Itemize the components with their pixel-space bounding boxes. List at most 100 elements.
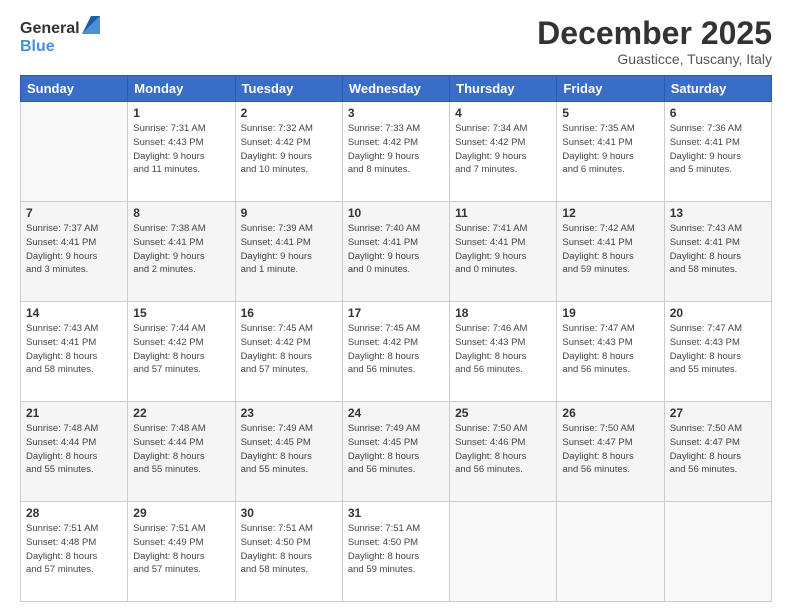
day-info: Sunrise: 7:50 AM Sunset: 4:47 PM Dayligh… — [670, 422, 766, 477]
day-number: 15 — [133, 306, 229, 320]
calendar-cell: 9Sunrise: 7:39 AM Sunset: 4:41 PM Daylig… — [235, 202, 342, 302]
day-number: 1 — [133, 106, 229, 120]
day-info: Sunrise: 7:45 AM Sunset: 4:42 PM Dayligh… — [241, 322, 337, 377]
calendar-cell: 2 Sunrise: 7:32 AM Sunset: 4:42 PM Daylig… — [235, 102, 342, 202]
calendar-week-row: 21 Sunrise: 7:48 AM Sunset: 4:44 PM Dayli… — [21, 402, 772, 502]
logo-blue-text: Blue — [20, 38, 80, 56]
calendar-cell — [557, 502, 664, 602]
calendar-table: Sunday Monday Tuesday Wednesday Thursday… — [20, 75, 772, 602]
day-info: Sunrise: 7:33 AM Sunset: 4:42 PM Dayligh… — [348, 122, 444, 177]
day-number: 5 — [562, 106, 658, 120]
month-title: December 2025 — [537, 16, 772, 51]
day-number: 28 — [26, 506, 122, 520]
day-number: 20 — [670, 306, 766, 320]
th-saturday: Saturday — [664, 76, 771, 102]
logo-icon — [82, 12, 100, 34]
day-info: Sunrise: 7:47 AM Sunset: 4:43 PM Dayligh… — [562, 322, 658, 377]
day-info: Sunrise: 7:47 AM Sunset: 4:43 PM Dayligh… — [670, 322, 766, 377]
day-info: Sunrise: 7:36 AM Sunset: 4:41 PM Dayligh… — [670, 122, 766, 177]
day-number: 22 — [133, 406, 229, 420]
calendar-header-row: Sunday Monday Tuesday Wednesday Thursday… — [21, 76, 772, 102]
day-info: Sunrise: 7:46 AM Sunset: 4:43 PM Dayligh… — [455, 322, 551, 377]
calendar-cell: 23 Sunrise: 7:49 AM Sunset: 4:45 PM Dayli… — [235, 402, 342, 502]
calendar-cell: 24 Sunrise: 7:49 AM Sunset: 4:45 PM Dayli… — [342, 402, 449, 502]
day-number: 12 — [562, 206, 658, 220]
day-number: 19 — [562, 306, 658, 320]
calendar-cell: 28 Sunrise: 7:51 AM Sunset: 4:48 PM Dayli… — [21, 502, 128, 602]
day-info: Sunrise: 7:34 AM Sunset: 4:42 PM Dayligh… — [455, 122, 551, 177]
calendar-cell: 3 Sunrise: 7:33 AM Sunset: 4:42 PM Daylig… — [342, 102, 449, 202]
calendar-cell: 11 Sunrise: 7:41 AM Sunset: 4:41 PM Dayli… — [450, 202, 557, 302]
day-number: 21 — [26, 406, 122, 420]
day-number: 14 — [26, 306, 122, 320]
calendar-cell: 25 Sunrise: 7:50 AM Sunset: 4:46 PM Dayli… — [450, 402, 557, 502]
calendar-cell: 26 Sunrise: 7:50 AM Sunset: 4:47 PM Dayli… — [557, 402, 664, 502]
day-number: 23 — [241, 406, 337, 420]
day-info: Sunrise: 7:37 AM Sunset: 4:41 PM Dayligh… — [26, 222, 122, 277]
day-info: Sunrise: 7:49 AM Sunset: 4:45 PM Dayligh… — [348, 422, 444, 477]
calendar-cell: 7Sunrise: 7:37 AM Sunset: 4:41 PM Daylig… — [21, 202, 128, 302]
day-info: Sunrise: 7:48 AM Sunset: 4:44 PM Dayligh… — [133, 422, 229, 477]
calendar-cell: 21 Sunrise: 7:48 AM Sunset: 4:44 PM Dayli… — [21, 402, 128, 502]
th-sunday: Sunday — [21, 76, 128, 102]
calendar-week-row: 7Sunrise: 7:37 AM Sunset: 4:41 PM Daylig… — [21, 202, 772, 302]
day-info: Sunrise: 7:49 AM Sunset: 4:45 PM Dayligh… — [241, 422, 337, 477]
day-info: Sunrise: 7:35 AM Sunset: 4:41 PM Dayligh… — [562, 122, 658, 177]
day-info: Sunrise: 7:50 AM Sunset: 4:46 PM Dayligh… — [455, 422, 551, 477]
day-number: 16 — [241, 306, 337, 320]
calendar-cell — [450, 502, 557, 602]
calendar-cell: 31Sunrise: 7:51 AM Sunset: 4:50 PM Dayli… — [342, 502, 449, 602]
day-number: 3 — [348, 106, 444, 120]
calendar-cell: 29 Sunrise: 7:51 AM Sunset: 4:49 PM Dayli… — [128, 502, 235, 602]
calendar-cell: 1Sunrise: 7:31 AM Sunset: 4:43 PM Daylig… — [128, 102, 235, 202]
calendar-week-row: 1Sunrise: 7:31 AM Sunset: 4:43 PM Daylig… — [21, 102, 772, 202]
title-block: December 2025 Guasticce, Tuscany, Italy — [537, 16, 772, 67]
day-info: Sunrise: 7:48 AM Sunset: 4:44 PM Dayligh… — [26, 422, 122, 477]
calendar-week-row: 14 Sunrise: 7:43 AM Sunset: 4:41 PM Dayli… — [21, 302, 772, 402]
calendar-cell: 17Sunrise: 7:45 AM Sunset: 4:42 PM Dayli… — [342, 302, 449, 402]
day-info: Sunrise: 7:51 AM Sunset: 4:50 PM Dayligh… — [241, 522, 337, 577]
calendar-cell: 16 Sunrise: 7:45 AM Sunset: 4:42 PM Dayli… — [235, 302, 342, 402]
day-number: 2 — [241, 106, 337, 120]
day-number: 26 — [562, 406, 658, 420]
calendar-cell: 13 Sunrise: 7:43 AM Sunset: 4:41 PM Dayli… — [664, 202, 771, 302]
day-number: 9 — [241, 206, 337, 220]
logo: General Blue — [20, 20, 100, 55]
day-info: Sunrise: 7:43 AM Sunset: 4:41 PM Dayligh… — [26, 322, 122, 377]
day-info: Sunrise: 7:51 AM Sunset: 4:49 PM Dayligh… — [133, 522, 229, 577]
logo-general-text: General — [20, 20, 80, 38]
calendar-cell: 22 Sunrise: 7:48 AM Sunset: 4:44 PM Dayli… — [128, 402, 235, 502]
calendar-cell: 5 Sunrise: 7:35 AM Sunset: 4:41 PM Daylig… — [557, 102, 664, 202]
day-number: 13 — [670, 206, 766, 220]
calendar-cell: 18Sunrise: 7:46 AM Sunset: 4:43 PM Dayli… — [450, 302, 557, 402]
day-info: Sunrise: 7:51 AM Sunset: 4:48 PM Dayligh… — [26, 522, 122, 577]
day-number: 24 — [348, 406, 444, 420]
calendar-cell: 4Sunrise: 7:34 AM Sunset: 4:42 PM Daylig… — [450, 102, 557, 202]
day-info: Sunrise: 7:44 AM Sunset: 4:42 PM Dayligh… — [133, 322, 229, 377]
th-wednesday: Wednesday — [342, 76, 449, 102]
th-tuesday: Tuesday — [235, 76, 342, 102]
day-number: 11 — [455, 206, 551, 220]
calendar-cell: 15 Sunrise: 7:44 AM Sunset: 4:42 PM Dayli… — [128, 302, 235, 402]
th-monday: Monday — [128, 76, 235, 102]
calendar-cell: 6 Sunrise: 7:36 AM Sunset: 4:41 PM Daylig… — [664, 102, 771, 202]
calendar-cell: 20 Sunrise: 7:47 AM Sunset: 4:43 PM Dayli… — [664, 302, 771, 402]
calendar-cell: 12Sunrise: 7:42 AM Sunset: 4:41 PM Dayli… — [557, 202, 664, 302]
calendar-cell — [21, 102, 128, 202]
day-info: Sunrise: 7:40 AM Sunset: 4:41 PM Dayligh… — [348, 222, 444, 277]
day-number: 17 — [348, 306, 444, 320]
th-thursday: Thursday — [450, 76, 557, 102]
day-info: Sunrise: 7:50 AM Sunset: 4:47 PM Dayligh… — [562, 422, 658, 477]
day-number: 8 — [133, 206, 229, 220]
calendar-cell: 8 Sunrise: 7:38 AM Sunset: 4:41 PM Daylig… — [128, 202, 235, 302]
day-info: Sunrise: 7:41 AM Sunset: 4:41 PM Dayligh… — [455, 222, 551, 277]
day-info: Sunrise: 7:38 AM Sunset: 4:41 PM Dayligh… — [133, 222, 229, 277]
day-number: 27 — [670, 406, 766, 420]
day-number: 29 — [133, 506, 229, 520]
day-number: 25 — [455, 406, 551, 420]
day-info: Sunrise: 7:32 AM Sunset: 4:42 PM Dayligh… — [241, 122, 337, 177]
calendar-cell: 27 Sunrise: 7:50 AM Sunset: 4:47 PM Dayli… — [664, 402, 771, 502]
day-number: 6 — [670, 106, 766, 120]
calendar-cell: 10Sunrise: 7:40 AM Sunset: 4:41 PM Dayli… — [342, 202, 449, 302]
day-info: Sunrise: 7:43 AM Sunset: 4:41 PM Dayligh… — [670, 222, 766, 277]
